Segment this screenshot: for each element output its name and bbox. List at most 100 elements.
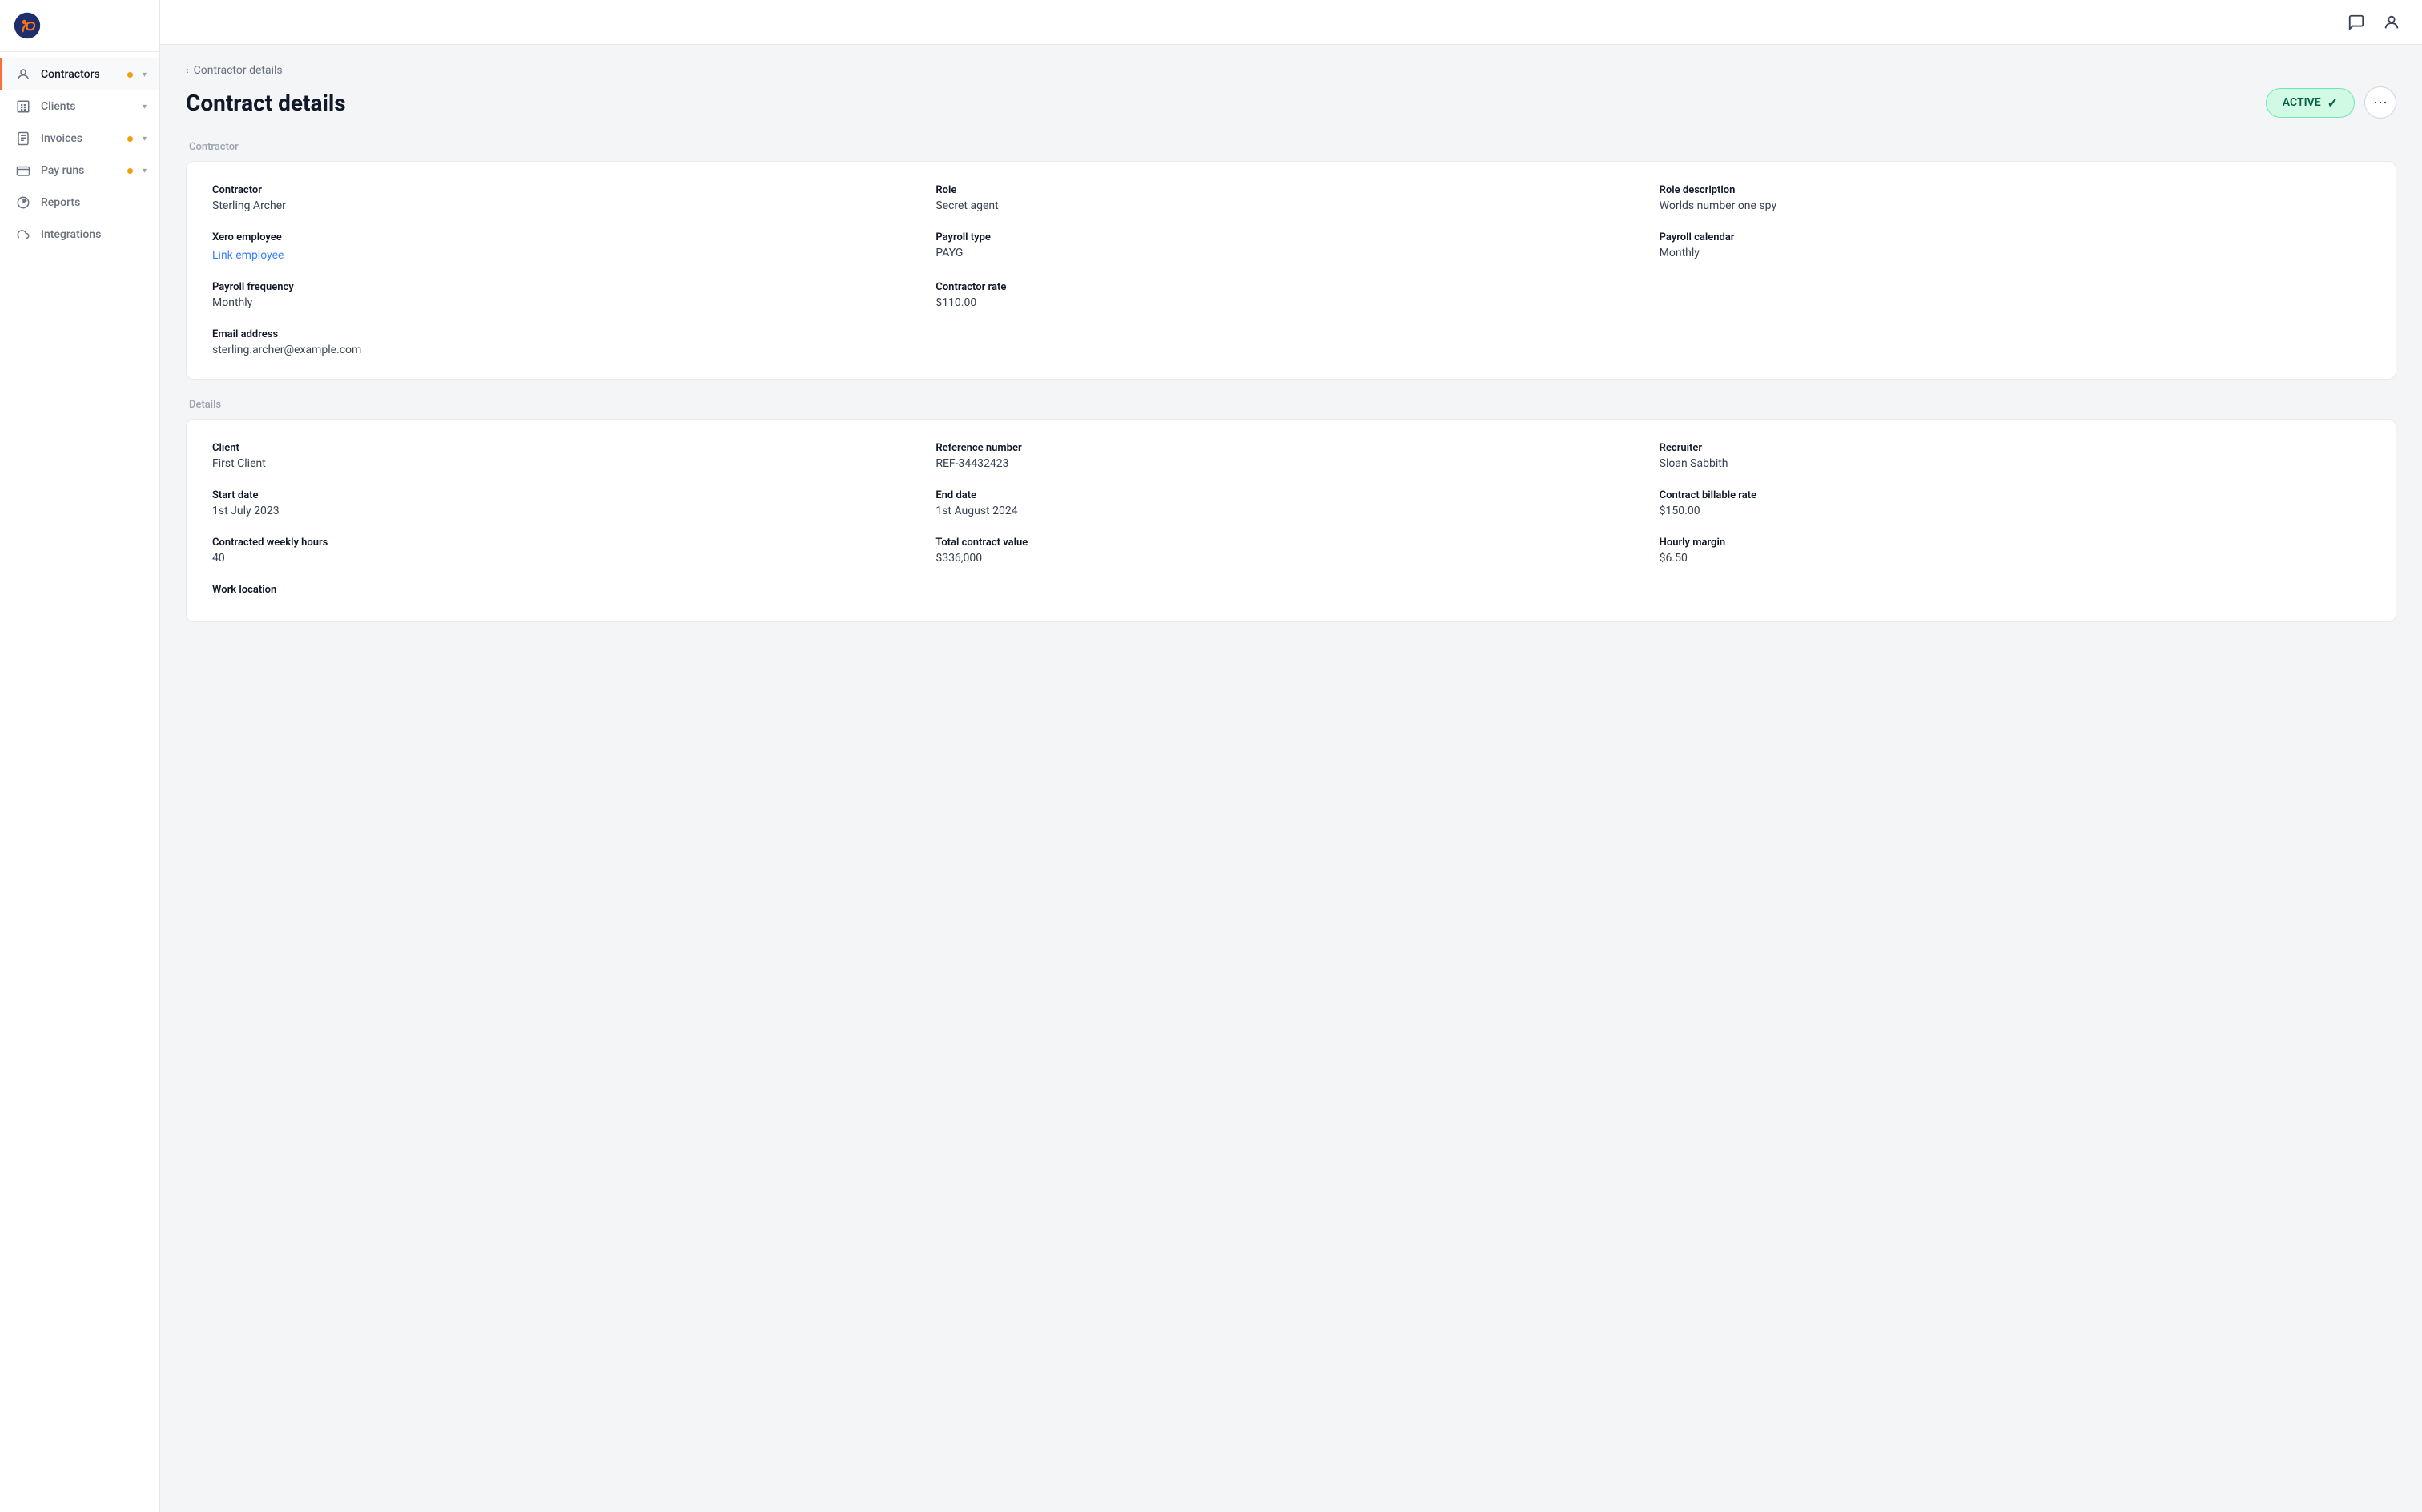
status-label: ACTIVE [2283, 96, 2321, 109]
status-badge[interactable]: ACTIVE ✓ [2266, 88, 2355, 118]
total-contract-value-field-value: $336,000 [935, 552, 1646, 565]
invoices-chevron: ▾ [143, 135, 147, 143]
client-field-label: Client [212, 442, 923, 454]
breadcrumb-label: Contractor details [194, 64, 283, 77]
clients-chevron: ▾ [143, 103, 147, 111]
sidebar-item-contractors[interactable]: Contractors ▾ [0, 58, 159, 90]
role-field-label: Role [935, 184, 1646, 196]
more-options-button[interactable]: ⋯ [2364, 86, 2396, 119]
page-title: Contract details [186, 90, 346, 116]
field-client: Client First Client [212, 442, 923, 470]
contractor-rate-field-value: $110.00 [935, 296, 1646, 309]
logo-area [0, 0, 159, 52]
reference-number-field-label: Reference number [935, 442, 1646, 454]
contracted-weekly-hours-field-label: Contracted weekly hours [212, 537, 923, 549]
sidebar-item-reports[interactable]: Reports [0, 187, 159, 219]
sidebar-item-integrations[interactable]: Integrations [0, 219, 159, 251]
payroll-type-field-value: PAYG [935, 247, 1646, 259]
person-icon [15, 66, 31, 82]
details-fields-grid: Client First Client Reference number REF… [212, 442, 2370, 599]
contractor-field-value: Sterling Archer [212, 199, 923, 212]
topbar [160, 0, 2422, 45]
field-recruiter: Recruiter Sloan Sabbith [1660, 442, 2370, 470]
reports-label: Reports [41, 196, 147, 209]
hourly-margin-field-value: $6.50 [1660, 552, 2370, 565]
field-payroll-calendar: Payroll calendar Monthly [1660, 231, 2370, 262]
app-logo [13, 11, 42, 40]
field-role: Role Secret agent [935, 184, 1646, 212]
invoice-icon [15, 131, 31, 147]
chart-icon [15, 195, 31, 211]
role-description-field-value: Worlds number one spy [1660, 199, 2370, 212]
contract-billable-rate-field-value: $150.00 [1660, 505, 2370, 517]
payroll-frequency-field-label: Payroll frequency [212, 281, 923, 293]
page-header: Contract details ACTIVE ✓ ⋯ [186, 86, 2396, 119]
field-end-date: End date 1st August 2024 [935, 489, 1646, 517]
invoices-dot [127, 136, 133, 142]
field-payroll-frequency: Payroll frequency Monthly [212, 281, 923, 309]
email-address-field-value: sterling.archer@example.com [212, 344, 923, 356]
reference-number-field-value: REF-34432423 [935, 457, 1646, 470]
details-section-label: Details [189, 399, 2396, 411]
field-empty-1 [1660, 281, 2370, 309]
end-date-field-value: 1st August 2024 [935, 505, 1646, 517]
field-start-date: Start date 1st July 2023 [212, 489, 923, 517]
recruiter-field-label: Recruiter [1660, 442, 2370, 454]
ellipsis-icon: ⋯ [2373, 94, 2388, 111]
field-contractor: Contractor Sterling Archer [212, 184, 923, 212]
role-description-field-label: Role description [1660, 184, 2370, 196]
sidebar-item-pay-runs[interactable]: Pay runs ▾ [0, 155, 159, 187]
field-total-contract-value: Total contract value $336,000 [935, 537, 1646, 565]
contractor-rate-field-label: Contractor rate [935, 281, 1646, 293]
email-address-field-label: Email address [212, 328, 923, 340]
integrations-label: Integrations [41, 228, 147, 241]
pay-runs-label: Pay runs [41, 164, 118, 177]
clients-label: Clients [41, 100, 133, 113]
hourly-margin-field-label: Hourly margin [1660, 537, 2370, 549]
building-icon [15, 99, 31, 115]
end-date-field-label: End date [935, 489, 1646, 501]
field-email-address: Email address sterling.archer@example.co… [212, 328, 923, 356]
checkmark-icon: ✓ [2327, 95, 2338, 111]
recruiter-field-value: Sloan Sabbith [1660, 457, 2370, 470]
contractors-dot [127, 72, 133, 78]
back-arrow-icon: ‹ [186, 65, 189, 76]
field-reference-number: Reference number REF-34432423 [935, 442, 1646, 470]
contractor-card: Contractor Sterling Archer Role Secret a… [186, 161, 2396, 380]
details-card: Client First Client Reference number REF… [186, 419, 2396, 622]
main-area: ‹ Contractor details Contract details AC… [160, 0, 2422, 1512]
total-contract-value-field-label: Total contract value [935, 537, 1646, 549]
field-payroll-type: Payroll type PAYG [935, 231, 1646, 262]
payroll-calendar-field-value: Monthly [1660, 247, 2370, 259]
field-contract-billable-rate: Contract billable rate $150.00 [1660, 489, 2370, 517]
link-employee-button[interactable]: Link employee [212, 249, 284, 262]
xero-employee-field-label: Xero employee [212, 231, 923, 243]
pay-runs-chevron: ▾ [143, 167, 147, 175]
contractor-fields-grid: Contractor Sterling Archer Role Secret a… [212, 184, 2370, 356]
sidebar-item-clients[interactable]: Clients ▾ [0, 90, 159, 123]
field-work-location: Work location [212, 584, 923, 599]
field-role-description: Role description Worlds number one spy [1660, 184, 2370, 212]
wallet-icon [15, 163, 31, 179]
header-actions: ACTIVE ✓ ⋯ [2266, 86, 2396, 119]
start-date-field-label: Start date [212, 489, 923, 501]
sidebar: Contractors ▾ Clients ▾ Invoices ▾ Pay r… [0, 0, 160, 1512]
breadcrumb[interactable]: ‹ Contractor details [186, 64, 2396, 77]
cloud-icon [15, 227, 31, 243]
contractors-chevron: ▾ [143, 70, 147, 79]
contract-billable-rate-field-label: Contract billable rate [1660, 489, 2370, 501]
messages-button[interactable] [2345, 11, 2368, 34]
start-date-field-value: 1st July 2023 [212, 505, 923, 517]
payroll-frequency-field-value: Monthly [212, 296, 923, 309]
invoices-label: Invoices [41, 132, 118, 145]
contractors-label: Contractors [41, 68, 118, 81]
field-contracted-weekly-hours: Contracted weekly hours 40 [212, 537, 923, 565]
sidebar-nav: Contractors ▾ Clients ▾ Invoices ▾ Pay r… [0, 52, 159, 1512]
user-profile-button[interactable] [2380, 11, 2403, 34]
work-location-field-label: Work location [212, 584, 923, 596]
field-hourly-margin: Hourly margin $6.50 [1660, 537, 2370, 565]
sidebar-item-invoices[interactable]: Invoices ▾ [0, 123, 159, 155]
contractor-section-label: Contractor [189, 141, 2396, 153]
payroll-calendar-field-label: Payroll calendar [1660, 231, 2370, 243]
role-field-value: Secret agent [935, 199, 1646, 212]
